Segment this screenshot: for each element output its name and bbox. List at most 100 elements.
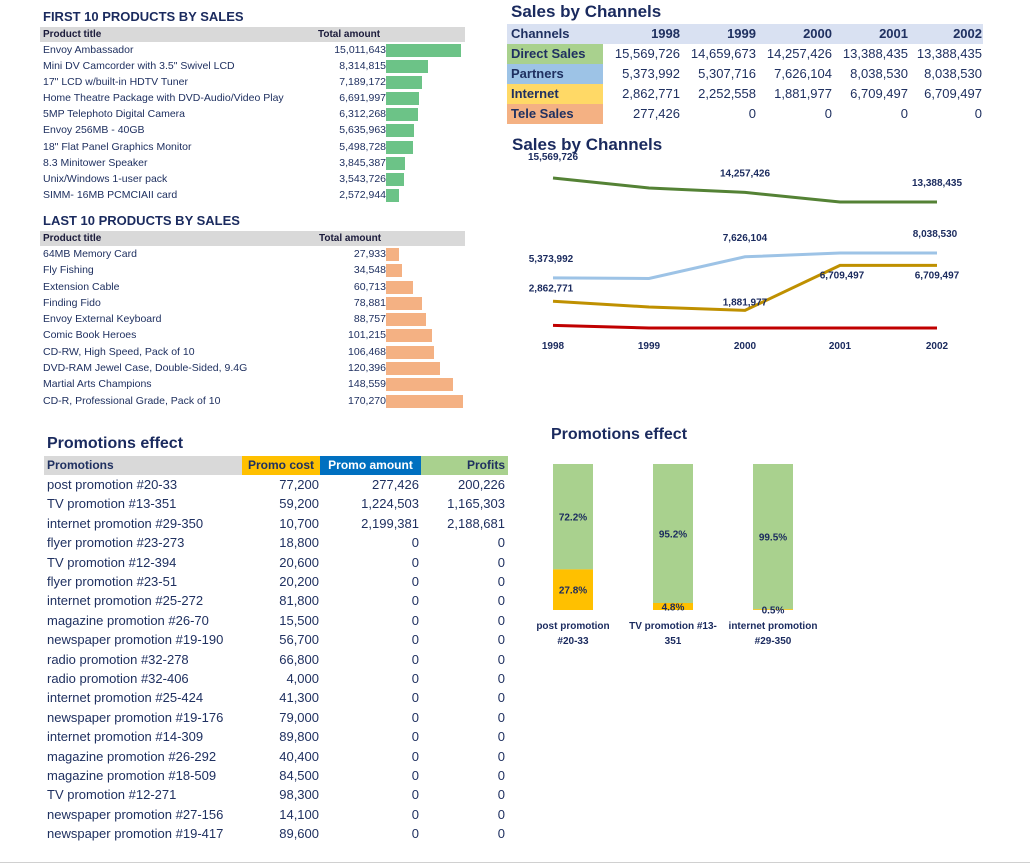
promotion-amount: 0: [411, 651, 419, 667]
promotion-profit: 0: [497, 768, 505, 783]
product-bar: [386, 60, 428, 74]
promotion-profit: 200,226: [458, 477, 505, 492]
product-bar: [386, 92, 420, 106]
promotion-cost: 20,200: [279, 574, 319, 589]
promotion-cost: 15,500: [279, 612, 319, 628]
channel-label: Direct Sales: [507, 44, 603, 64]
first10-row: 8.3 Minitower Speaker 3,845,387: [40, 155, 465, 171]
channel-value: 0: [900, 106, 908, 121]
cost-pct-label: 0.5%: [762, 606, 785, 617]
channel-value: 2,252,558: [698, 86, 756, 101]
product-amount: 101,215: [348, 329, 386, 342]
channel-value: 0: [748, 106, 756, 121]
category-label: post promotion: [536, 621, 609, 632]
category-label: TV promotion #13-: [629, 621, 717, 632]
product-amount: 15,011,643: [334, 44, 386, 56]
promotion-cost: 59,200: [279, 496, 319, 512]
promotion-amount: 277,426: [372, 477, 419, 492]
product-amount: 8,314,815: [339, 60, 386, 73]
promotion-name: flyer promotion #23-273: [47, 535, 185, 551]
channel-value: 7,626,104: [774, 66, 832, 81]
promotions-header: Promotions Promo cost Promo amount Profi…: [44, 456, 508, 475]
promotion-profit: 0: [497, 671, 505, 686]
channel-label: Tele Sales: [507, 104, 603, 124]
channels-title: Sales by Channels: [511, 2, 662, 21]
product-title: CD-R, Professional Grade, Pack of 10: [43, 394, 221, 407]
product-title: Martial Arts Champions: [43, 378, 152, 391]
promotion-cost: 77,200: [279, 477, 319, 492]
last10-col-product: Product title: [43, 233, 102, 244]
promotion-row: magazine promotion #18-509 84,500 0 0: [44, 767, 508, 786]
first10-header: Product title Total amount: [40, 27, 465, 42]
line-data-label: 5,373,992: [529, 254, 574, 265]
product-bar: [386, 394, 463, 408]
product-title: Unix/Windows 1-user pack: [43, 172, 168, 185]
channel-value: 5,307,716: [698, 66, 756, 81]
promotion-cost: 18,800: [279, 535, 319, 551]
product-title: SIMM- 16MB PCMCIAII card: [43, 188, 178, 201]
promotion-profit: 0: [497, 690, 505, 706]
product-title: Finding Fido: [43, 296, 101, 309]
product-bar: [386, 188, 399, 202]
product-bar: [386, 296, 422, 310]
product-bar: [386, 248, 399, 261]
category-label: 351: [665, 636, 682, 647]
promotion-cost: 40,400: [279, 748, 319, 764]
promotion-amount: 0: [411, 671, 419, 686]
promotion-row: flyer promotion #23-51 20,200 0 0: [44, 573, 508, 592]
product-bar: [386, 378, 454, 392]
channel-value: 1,881,977: [774, 86, 832, 101]
promotion-name: internet promotion #14-309: [47, 729, 204, 745]
promotion-amount: 0: [411, 632, 419, 648]
line-data-label: 13,388,435: [912, 178, 962, 189]
promotion-row: newspaper promotion #27-156 14,100 0 0: [44, 806, 508, 825]
promotion-row: TV promotion #12-271 98,300 0 0: [44, 786, 508, 805]
channel-value: 277,426: [633, 106, 680, 121]
channel-label: Internet: [507, 84, 603, 104]
promotion-cost: 89,600: [279, 826, 319, 842]
product-bar: [386, 76, 422, 90]
promotion-row: TV promotion #12-394 20,600 0 0: [44, 554, 508, 573]
product-bar: [386, 264, 402, 278]
product-amount: 106,468: [348, 345, 386, 358]
product-bar: [386, 156, 406, 170]
line-data-label: 8,038,530: [913, 229, 958, 240]
product-bar: [386, 108, 418, 122]
last10-row: Extension Cable 60,713: [40, 279, 465, 295]
last10-row: 64MB Memory Card 27,933: [40, 246, 465, 262]
promotion-profit: 0: [497, 593, 505, 609]
promotion-profit: 0: [497, 651, 505, 667]
promotion-name: TV promotion #13-351: [47, 496, 177, 512]
promotion-amount: 0: [411, 690, 419, 706]
first10-col-product: Product title: [43, 29, 102, 40]
promotion-name: flyer promotion #23-51: [47, 574, 178, 589]
promotion-profit: 0: [497, 787, 505, 803]
promotion-name: magazine promotion #18-509: [47, 768, 217, 783]
product-title: CD-RW, High Speed, Pack of 10: [43, 345, 195, 358]
product-title: Envoy Ambassador: [43, 44, 134, 56]
last10-row: Finding Fido 78,881: [40, 295, 465, 311]
promotion-cost: 10,700: [279, 515, 319, 531]
promotion-name: magazine promotion #26-70: [47, 612, 209, 628]
promotion-cost: 98,300: [279, 787, 319, 803]
promotion-amount: 0: [411, 554, 419, 570]
last10-table: 64MB Memory Card 27,933 Fly Fishing 34,548 E…: [40, 246, 465, 409]
promotion-profit: 1,165,303: [447, 496, 505, 512]
first10-title: FIRST 10 PRODUCTS BY SALES: [43, 9, 244, 24]
promotion-row: internet promotion #29-350 10,700 2,199,38…: [44, 515, 508, 534]
promotion-profit: 0: [497, 748, 505, 764]
channel-label: Partners: [507, 64, 603, 84]
series-line: [552, 176, 937, 204]
promotion-row: newspaper promotion #19-190 56,700 0 0: [44, 631, 508, 650]
promotion-name: TV promotion #12-394: [47, 554, 177, 570]
channel-value: 15,569,726: [614, 46, 680, 61]
category-label: internet promotion: [729, 621, 818, 632]
product-bar: [386, 329, 432, 343]
channel-row: Direct Sales 15,569,726 14,659,673 14,257,4…: [507, 44, 983, 64]
product-bar: [386, 280, 414, 294]
series-line: [552, 323, 937, 330]
last10-row: Martial Arts Champions 148,559: [40, 376, 465, 392]
first10-row: Home Theatre Package with DVD-Audio/Vide…: [40, 90, 465, 106]
promotion-amount: 2,199,381: [361, 515, 419, 531]
promotion-amount: 0: [411, 729, 419, 745]
